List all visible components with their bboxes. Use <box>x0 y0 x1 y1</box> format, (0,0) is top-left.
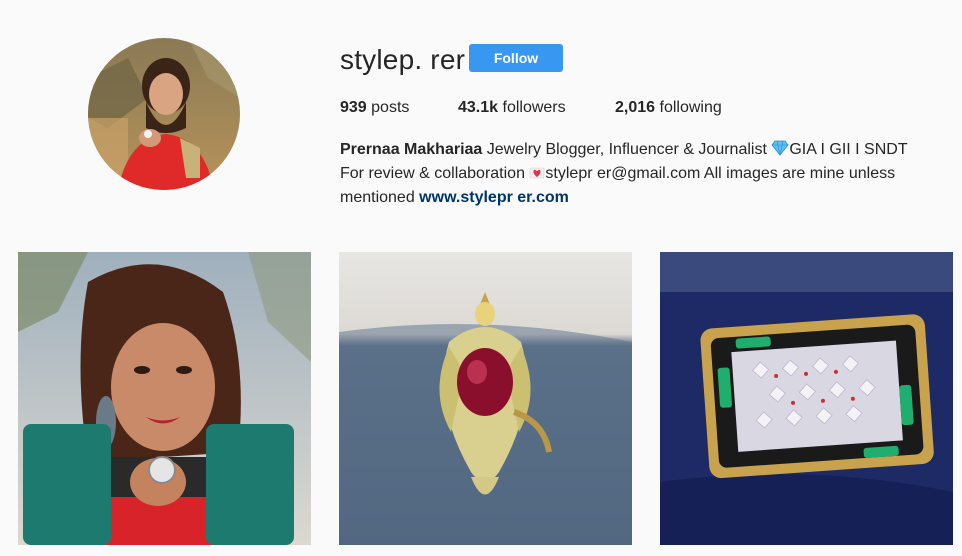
followers-label: followers <box>502 99 566 116</box>
following-stat[interactable]: 2,016 following <box>615 98 722 118</box>
heart-letter-icon <box>530 167 545 179</box>
jeweled-box-photo <box>660 252 953 545</box>
profile-page: stylep. rer Follow 939 posts 43.1k follo… <box>0 0 962 556</box>
bio-full-name: Prernaa Makhariaa <box>340 141 483 158</box>
post-thumbnail-3[interactable] <box>660 252 953 545</box>
profile-username: stylep. rer <box>340 44 466 75</box>
profile-avatar[interactable] <box>88 38 240 190</box>
followers-stat[interactable]: 43.1k followers <box>458 98 566 118</box>
following-count: 2,016 <box>615 99 656 116</box>
bio-website-link[interactable]: www.stylepr er.com <box>419 189 569 206</box>
bio-line-1: Prernaa Makhariaa Jewelry Blogger, Influ… <box>340 138 950 162</box>
following-label: following <box>659 99 722 116</box>
follow-button[interactable]: Follow <box>469 44 563 72</box>
post-thumbnail-2[interactable] <box>339 252 632 545</box>
profile-bio: Prernaa Makhariaa Jewelry Blogger, Influ… <box>340 138 950 210</box>
post-thumbnail-1[interactable] <box>18 252 311 545</box>
bio-email-text: stylepr er@gmail.com All images are mine… <box>545 165 896 182</box>
posts-stat: 939 posts <box>340 98 409 118</box>
bio-line-3: mentioned www.stylepr er.com <box>340 186 950 210</box>
bird-ring-photo <box>339 252 632 545</box>
posts-count: 939 <box>340 99 367 116</box>
posts-label: posts <box>371 99 410 116</box>
portrait-dumbbell-photo <box>18 252 311 545</box>
bio-credentials: GIA I GII I SNDT <box>789 141 908 158</box>
bio-line-2: For review & collaboration stylepr er@gm… <box>340 162 950 186</box>
bio-description: Jewelry Blogger, Influencer & Journalist <box>486 141 767 158</box>
gem-icon <box>771 140 789 156</box>
bio-mentioned-text: mentioned <box>340 189 415 206</box>
followers-count: 43.1k <box>458 99 499 116</box>
avatar-photo <box>88 38 240 190</box>
bio-collab-text: For review & collaboration <box>340 165 525 182</box>
